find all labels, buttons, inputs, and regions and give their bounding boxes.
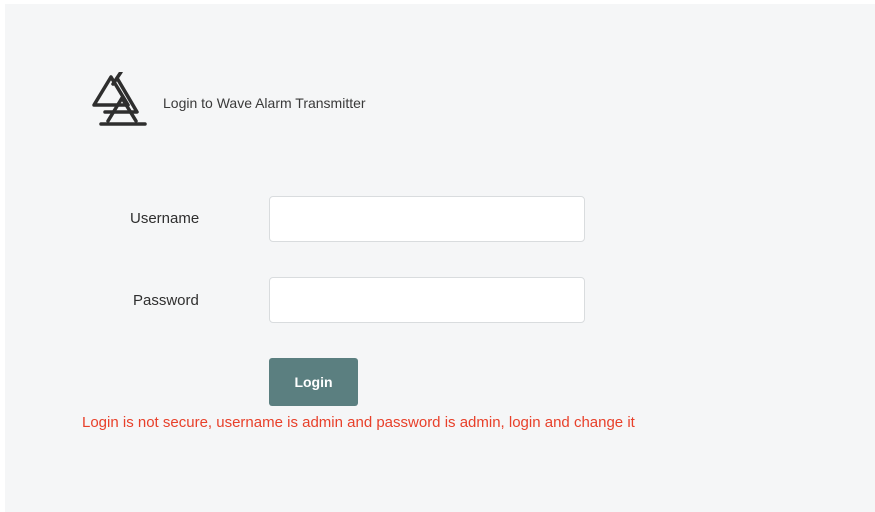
username-label: Username: [130, 210, 200, 227]
login-panel: Login to Wave Alarm Transmitter Username…: [5, 4, 875, 512]
password-input[interactable]: [269, 277, 585, 323]
username-input[interactable]: [269, 196, 585, 242]
login-header: Login to Wave Alarm Transmitter: [91, 72, 366, 128]
triangle-logo-icon: [92, 72, 147, 126]
login-button[interactable]: Login: [269, 358, 358, 406]
app-title: Login to Wave Alarm Transmitter: [163, 95, 366, 111]
security-warning: Login is not secure, username is admin a…: [82, 414, 635, 431]
password-label: Password: [133, 292, 199, 309]
